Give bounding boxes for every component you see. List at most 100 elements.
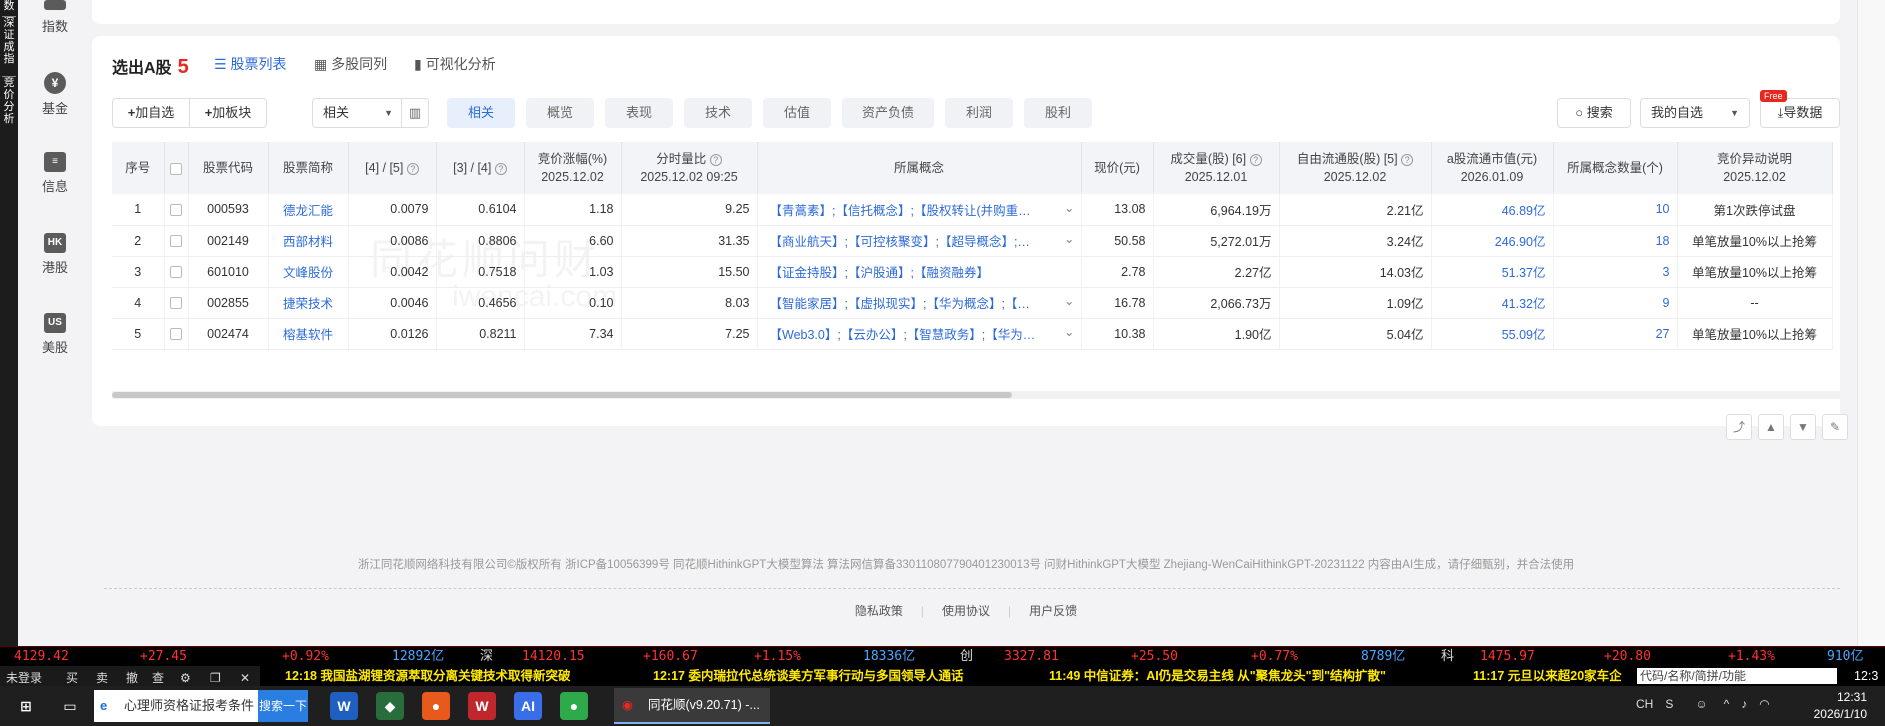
row-checkbox[interactable] [170, 266, 182, 279]
news-item[interactable]: 11:49 中信证券：AI仍是交易主线 从"聚焦龙头"到"结构扩散" [1049, 666, 1386, 686]
col-header[interactable]: 股票代码 [188, 142, 269, 194]
row-checkbox[interactable] [170, 297, 182, 310]
cell-select[interactable] [164, 225, 189, 257]
chevron-down-icon[interactable]: ⌄ [1064, 293, 1074, 308]
cell-concept-count[interactable]: 27 [1553, 318, 1678, 350]
cell-concept-count[interactable]: 9 [1553, 287, 1678, 319]
cell-name-link[interactable]: 捷荣技术 [268, 287, 349, 319]
cell-select[interactable] [164, 318, 189, 350]
row-checkbox[interactable] [170, 203, 182, 216]
cell-concept-count[interactable]: 3 [1553, 256, 1678, 288]
pill-related[interactable]: 相关 [447, 98, 515, 128]
sidebar-item-fund[interactable]: ¥ 基金 [18, 72, 92, 117]
help-icon[interactable]: ? [709, 153, 722, 166]
col-header[interactable]: 竞价异动说明 2025.12.02 [1677, 142, 1833, 194]
edge-label-auction[interactable]: 竞价分析 [2, 76, 16, 136]
cell-name-link[interactable]: 西部材料 [268, 225, 349, 257]
cell-select[interactable] [164, 256, 189, 288]
table-row[interactable]: 2 002149 西部材料 0.0086 0.8806 6.60 31.35 【商业航天】;【… [112, 225, 1833, 257]
help-icon[interactable]: ? [1401, 153, 1414, 166]
taskbar-search[interactable]: e 心理师资格证报考条件 搜索一下 [94, 690, 308, 722]
mini-bar-item[interactable]: 买 [66, 668, 78, 686]
col-header[interactable]: 股票简称 [268, 142, 349, 194]
cell-select[interactable] [164, 194, 189, 226]
taskbar-app-tonghuashun[interactable]: ◉ 同花顺(v9.20.71) -... [614, 688, 770, 724]
windows-icon[interactable]: ⊞ [12, 692, 40, 720]
cell-concept-count[interactable]: 18 [1553, 225, 1678, 257]
scrollbar-thumb[interactable] [112, 392, 1012, 398]
mini-bar-item[interactable]: 卖 [96, 668, 108, 686]
cell-concepts[interactable]: 【青蒿素】;【信托概念】;【股权转让(并购重… ⌄ [757, 194, 1082, 226]
shield-icon[interactable]: ◆ [376, 692, 404, 720]
cell-concepts[interactable]: 【Web3.0】;【云办公】;【智慧政务】;【华为… ⌄ [757, 318, 1082, 350]
chevron-down-icon[interactable]: ⌄ [1064, 200, 1074, 215]
chevron-down-icon[interactable]: ⌄ [1064, 324, 1074, 339]
table-row[interactable]: 1 000593 德龙汇能 0.0079 0.6104 1.18 9.25 【青蒿素】;【信托… [112, 194, 1833, 226]
table-row[interactable]: 5 002474 榕基软件 0.0126 0.8211 7.34 7.25 【Web3.0】;… [112, 318, 1833, 350]
thumbs-up-icon[interactable]: ▲ [1758, 414, 1784, 440]
cell-market-cap[interactable]: 51.37亿 [1431, 256, 1554, 288]
cell-name-link[interactable]: 文峰股份 [268, 256, 349, 288]
concept-text[interactable]: 【智能家居】;【虚拟现实】;【华为概念】;【… [770, 297, 1030, 311]
row-checkbox[interactable] [170, 328, 182, 341]
export-button[interactable]: ⤓导数据 [1760, 98, 1840, 128]
cell-concept-count[interactable]: 10 [1553, 194, 1678, 226]
col-header[interactable]: 序号 [112, 142, 165, 194]
cell-concepts[interactable]: 【智能家居】;【虚拟现实】;【华为概念】;【… ⌄ [757, 287, 1082, 319]
pill-balance[interactable]: 资产负债 [842, 98, 934, 128]
wps-icon[interactable]: W [468, 692, 496, 720]
pill-technical[interactable]: 技术 [684, 98, 752, 128]
horizontal-scrollbar[interactable] [112, 391, 1840, 399]
privacy-link[interactable]: 隐私政策 [855, 604, 903, 618]
help-icon[interactable]: ? [494, 162, 507, 175]
cell-name-link[interactable]: 德龙汇能 [268, 194, 349, 226]
edge-label-sz[interactable]: 深证成指 [2, 16, 16, 76]
col-header[interactable]: 成交量(股) [6] ? 2025.12.01 [1153, 142, 1280, 194]
tab-visual[interactable]: ▮ 可视化分析 [414, 54, 496, 74]
chevron-down-icon[interactable]: ⌄ [1064, 231, 1074, 246]
mini-bar-item[interactable]: ⚙ [180, 668, 191, 686]
pill-overview[interactable]: 概览 [526, 98, 594, 128]
mini-bar-item[interactable]: 未登录 [6, 668, 42, 686]
tab-multi-stock[interactable]: ▦ 多股同列 [314, 54, 387, 74]
cell-concepts[interactable]: 【商业航天】;【可控核聚变】;【超导概念】;… ⌄ [757, 225, 1082, 257]
col-header-select-all[interactable] [164, 142, 189, 194]
task-view-icon[interactable]: ▭ [56, 692, 84, 720]
search-go-button[interactable]: 搜索一下 [258, 690, 308, 722]
news-item[interactable]: 12:17 委内瑞拉代总统谈美方军事行动与多国领导人通话 [653, 666, 963, 686]
volume-icon[interactable]: ♪ [1741, 697, 1747, 711]
ime-icon[interactable]: S [1665, 697, 1673, 711]
edge-label-top[interactable]: 数 [2, 0, 16, 12]
col-header[interactable]: 所属概念数量(个) [1553, 142, 1678, 194]
wifi-icon[interactable]: ◠ [1759, 697, 1769, 711]
table-row[interactable]: 3 601010 文峰股份 0.0042 0.7518 1.03 15.50 【证金持股】;【… [112, 256, 1833, 288]
concept-text[interactable]: 【Web3.0】;【云办公】;【智慧政务】;【华为… [770, 328, 1036, 342]
mini-bar-item[interactable]: 撤 [126, 668, 138, 686]
my-watch-select[interactable]: 我的自选 ▼ [1640, 98, 1750, 128]
wechat-icon[interactable]: ● [560, 692, 588, 720]
col-header[interactable]: a股流通市值(元) 2026.01.09 [1431, 142, 1554, 194]
pill-performance[interactable]: 表现 [605, 98, 673, 128]
mini-bar-item[interactable]: 查 [152, 668, 164, 686]
help-icon[interactable]: ? [406, 162, 419, 175]
lang-indicator[interactable]: CH [1636, 697, 1653, 711]
concept-text[interactable]: 【证金持股】;【沪股通】;【融资融券】 [770, 266, 989, 280]
feedback-link[interactable]: 用户反馈 [1029, 604, 1077, 618]
select-all-checkbox[interactable] [170, 162, 182, 175]
ai-icon[interactable]: AI [514, 692, 542, 720]
cell-concepts[interactable]: 【证金持股】;【沪股通】;【融资融券】 [757, 256, 1082, 288]
column-settings-button[interactable]: ▥ [401, 98, 429, 128]
concept-text[interactable]: 【商业航天】;【可控核聚变】;【超导概念】;… [770, 235, 1030, 249]
col-header[interactable]: 所属概念 [757, 142, 1082, 194]
mini-bar-item[interactable]: ✕ [240, 668, 250, 686]
add-watch-button[interactable]: +加自选 [112, 98, 190, 128]
sidebar-item-hk[interactable]: HK 港股 [18, 233, 92, 276]
clock[interactable]: 12:31 2026/1/10 [1814, 689, 1867, 723]
chevron-up-icon[interactable]: ^ [1724, 697, 1730, 711]
cell-select[interactable] [164, 287, 189, 319]
search-button[interactable]: ○ 搜索 [1557, 98, 1631, 128]
cell-market-cap[interactable]: 41.32亿 [1431, 287, 1554, 319]
word-icon[interactable]: W [330, 692, 358, 720]
browser-icon[interactable]: ● [422, 692, 450, 720]
add-block-button[interactable]: +加板块 [189, 98, 267, 128]
